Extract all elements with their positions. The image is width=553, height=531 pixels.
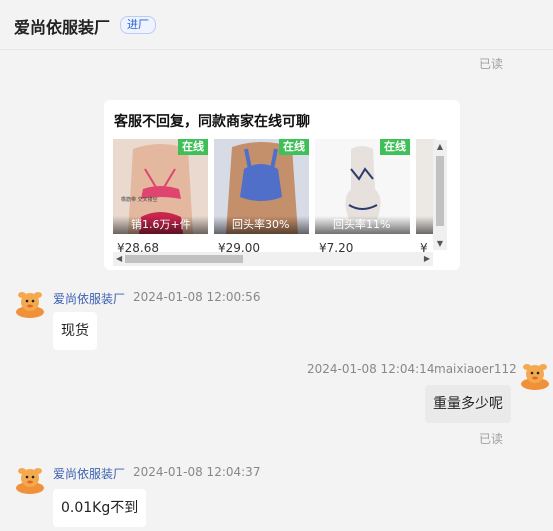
message-time: 2024-01-08 12:04:37 xyxy=(133,465,261,479)
card-vertical-scrollbar[interactable]: ▲ ▼ xyxy=(433,140,447,250)
card-horizontal-scrollbar[interactable]: ◀ ▶ xyxy=(113,252,433,266)
scroll-left-icon[interactable]: ◀ xyxy=(116,252,122,266)
online-badge: 在线 xyxy=(279,139,309,155)
recommend-card: 客服不回复，同款商家在线可聊 橡筋带 交叉镂空 在线 销1.6万+件 ¥28.6… xyxy=(104,100,460,270)
product-image[interactable]: 橡筋带 交叉镂空 在线 销1.6万+件 xyxy=(113,139,208,234)
message-time: 2024-01-08 12:04:14 xyxy=(307,362,435,376)
sender-name: maixiaoer112 xyxy=(434,362,517,376)
chat-header: 爱尚依服装厂 进厂 xyxy=(0,0,553,50)
user-avatar-icon[interactable] xyxy=(520,360,550,390)
sender-name: 爱尚依服装厂 xyxy=(53,467,126,481)
product-item[interactable]: 橡筋带 交叉镂空 在线 销1.6万+件 ¥28.68 xyxy=(113,139,208,267)
online-badge: 在线 xyxy=(380,139,410,155)
product-stat: 回头率30% xyxy=(214,216,309,234)
product-image[interactable]: 在线 回头率11% xyxy=(315,139,410,234)
vertical-scroll-thumb[interactable] xyxy=(436,156,444,226)
enter-shop-button[interactable]: 进厂 xyxy=(120,16,156,34)
shop-avatar-icon[interactable] xyxy=(15,288,45,318)
image-caption: 橡筋带 交叉镂空 xyxy=(121,196,158,203)
product-stat: 回头率11% xyxy=(315,216,410,234)
scroll-right-icon[interactable]: ▶ xyxy=(424,252,430,266)
product-image[interactable]: 在线 回头率30% xyxy=(214,139,309,234)
sender-name: 爱尚依服装厂 xyxy=(53,292,126,306)
scroll-up-icon[interactable]: ▲ xyxy=(433,142,447,151)
message-bubble: 0.01Kg不到 xyxy=(53,489,147,527)
product-item[interactable]: 在线 回头率11% ¥7.20 xyxy=(315,139,410,267)
message-bubble: 重量多少呢 xyxy=(425,385,511,423)
shop-avatar-icon[interactable] xyxy=(15,464,45,494)
product-stat: 销1.6万+件 xyxy=(113,216,208,234)
scroll-down-icon[interactable]: ▼ xyxy=(433,239,447,248)
message-bubble: 现货 xyxy=(53,312,97,350)
shop-name[interactable]: 爱尚依服装厂 xyxy=(14,14,110,38)
read-status: 已读 xyxy=(479,57,504,71)
message-time: 2024-01-08 12:00:56 xyxy=(133,290,261,304)
product-item[interactable]: 在线 回头率30% ¥29.00 xyxy=(214,139,309,267)
online-badge: 在线 xyxy=(178,139,208,155)
read-status: 已读 xyxy=(479,432,504,446)
horizontal-scroll-thumb[interactable] xyxy=(125,255,243,263)
recommend-card-title: 客服不回复，同款商家在线可聊 xyxy=(114,114,310,130)
